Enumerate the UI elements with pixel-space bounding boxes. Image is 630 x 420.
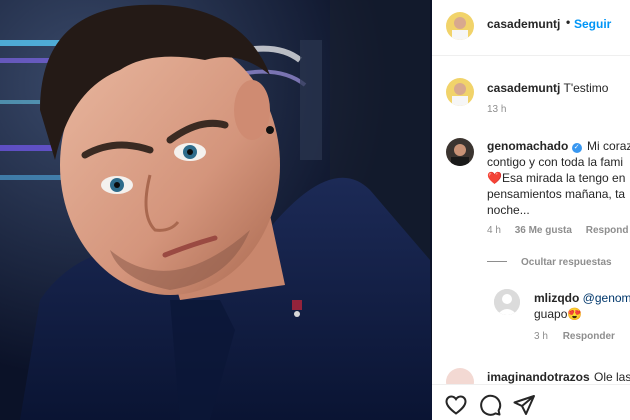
heart-icon[interactable]: [444, 393, 468, 417]
reply-reply-button[interactable]: Responder: [563, 331, 615, 342]
next-comment: imaginandotrazos Ole las: [432, 362, 630, 396]
follow-button[interactable]: Seguir: [574, 17, 611, 31]
comment-line-1: Mi coraz: [587, 139, 630, 153]
comment-icon[interactable]: [478, 393, 502, 417]
comments-panel: casademuntj • Seguir casademuntj T'estim…: [432, 0, 630, 420]
comment-meta: 4 h 36 Me gusta Respond: [487, 225, 630, 236]
comment-line-2: contigo y con toda la fami: [487, 155, 624, 169]
comment-text: genomachado ✓ Mi coraz contigo y con tod…: [487, 138, 630, 218]
action-bar: [432, 384, 630, 420]
commenter-avatar[interactable]: [446, 138, 474, 166]
caption-username[interactable]: casademuntj: [487, 81, 560, 95]
comment-likes[interactable]: 36 Me gusta: [515, 225, 572, 236]
reply-text: mlizqdo @genom guapo😍: [534, 290, 630, 322]
caption-timestamp[interactable]: 13 h: [487, 104, 506, 115]
next-comment-text: Ole las: [594, 370, 630, 384]
reply-timestamp[interactable]: 3 h: [534, 331, 548, 342]
reply-mention[interactable]: @genom: [583, 291, 630, 305]
comment-reply-button[interactable]: Respond: [586, 225, 629, 236]
comment-line-5: noche...: [487, 203, 530, 217]
verified-badge-icon: ✓: [571, 143, 582, 153]
caption-avatar[interactable]: [446, 78, 474, 106]
separator-dot: •: [566, 15, 571, 29]
post-header: casademuntj • Seguir: [432, 0, 630, 56]
post-image: [0, 0, 432, 420]
comment-timestamp[interactable]: 4 h: [487, 225, 501, 236]
hide-replies-button[interactable]: Ocultar respuestas: [487, 257, 612, 268]
comment-line-4: pensamientos mañana, ta: [487, 187, 626, 201]
comment-line-3: Esa mirada la tengo en: [501, 171, 626, 185]
replier-avatar[interactable]: [494, 289, 520, 315]
post-caption: casademuntj T'estimo 13 h: [432, 70, 630, 126]
author-avatar[interactable]: [446, 12, 474, 40]
author-username[interactable]: casademuntj: [487, 17, 560, 31]
reply-line-2: guapo: [534, 307, 568, 321]
commenter-username[interactable]: genomachado: [487, 139, 568, 153]
next-commenter-username[interactable]: imaginandotrazos: [487, 370, 590, 384]
hide-replies-label: Ocultar respuestas: [521, 257, 612, 268]
replier-username[interactable]: mlizqdo: [534, 291, 579, 305]
share-icon[interactable]: [512, 393, 536, 417]
reply-meta: 3 h Responder: [534, 331, 627, 342]
replies-divider: [487, 261, 507, 262]
caption-text: T'estimo: [563, 81, 609, 95]
heart-eyes-emoji: 😍: [567, 307, 583, 321]
heart-emoji: ❤️: [487, 171, 502, 185]
